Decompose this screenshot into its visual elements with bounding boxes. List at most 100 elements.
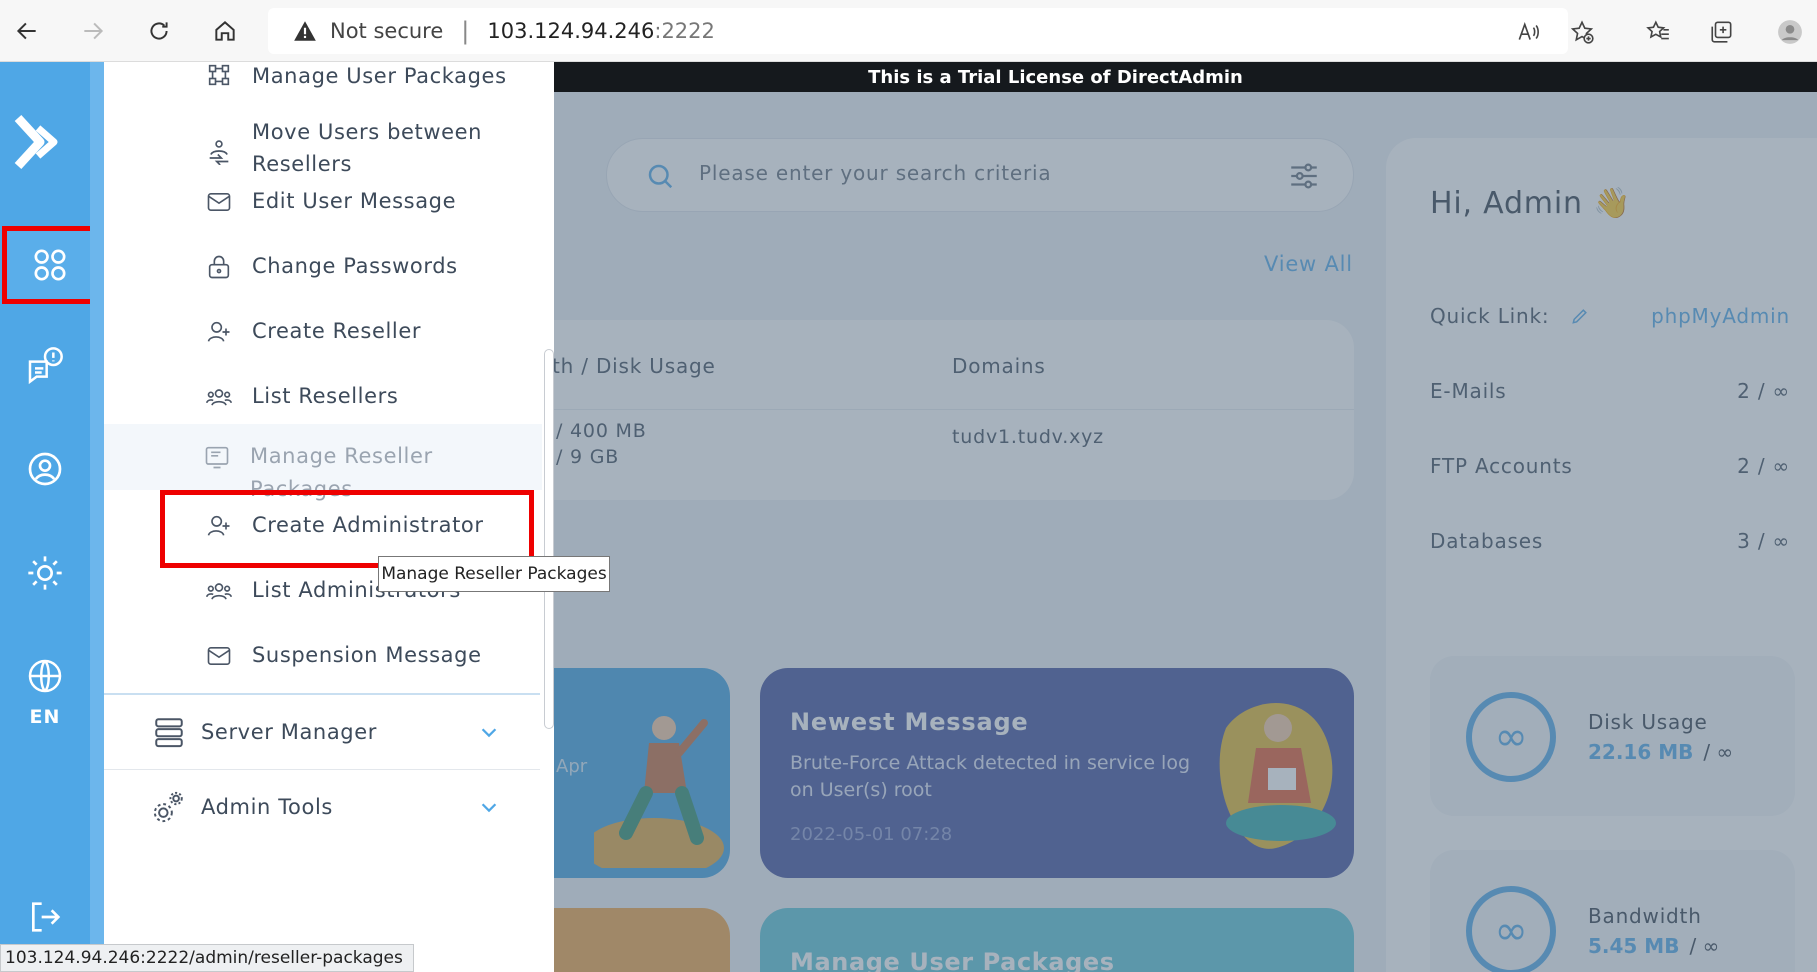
globe-icon <box>28 659 62 693</box>
newest-message-card[interactable]: Newest Message Brute-Force Attack detect… <box>760 668 1354 878</box>
bandwidth-infinity-ring: ∞ <box>1466 886 1556 972</box>
apps-grid-icon[interactable] <box>2 226 98 304</box>
directadmin-logo-icon[interactable] <box>14 112 66 172</box>
right-panel: Hi, Admin 👋 Quick Link: phpMyAdmin E-Mai… <box>1386 138 1817 972</box>
language-selector[interactable]: EN <box>0 642 90 742</box>
disk-usage-label: Disk Usage <box>1588 710 1708 734</box>
favorites-icon[interactable] <box>1640 14 1676 50</box>
address-bar[interactable]: Not secure | 103.124.94.246:2222 <box>268 8 1568 54</box>
menu-item-edit-user-message[interactable]: Edit User Message <box>104 182 544 222</box>
reading-person-illustration-icon <box>1219 703 1336 849</box>
emails-row: E-Mails 2 / ∞ <box>1430 379 1790 403</box>
collections-icon[interactable] <box>1704 14 1740 50</box>
lock-icon <box>204 252 234 282</box>
domain-link[interactable]: tudv1.tudv.xyz <box>952 426 1104 448</box>
quick-link-label: Quick Link: <box>1430 304 1550 328</box>
view-all-link[interactable]: View All <box>1264 252 1353 276</box>
admins-icon <box>204 576 234 606</box>
menu-section-label-server-manager: Server Manager <box>201 720 377 744</box>
move-users-icon <box>204 136 234 166</box>
server-icon <box>155 718 183 748</box>
logout-icon[interactable] <box>0 882 90 952</box>
bandwidth-label: Bandwidth <box>1588 904 1702 928</box>
event-date-label: Apr <box>556 756 588 777</box>
url-host: 103.124.94.246 <box>487 19 655 43</box>
search-input[interactable]: Please enter your search criteria <box>699 161 1051 185</box>
filter-icon[interactable] <box>1287 159 1321 193</box>
menu-item-change-passwords[interactable]: Change Passwords <box>104 247 544 287</box>
menu-label-move-users-line2: Resellers <box>252 152 352 176</box>
menu-section-admin-tools[interactable]: Admin Tools <box>104 770 540 844</box>
databases-row: Databases 3 / ∞ <box>1430 529 1790 553</box>
newest-message-body: Brute-Force Attack detected in service l… <box>790 752 1191 801</box>
profile-icon[interactable] <box>1772 14 1808 50</box>
newest-message-date: 2022-05-01 07:28 <box>790 824 953 845</box>
rail-divider <box>90 62 104 972</box>
address-separator: | <box>461 17 470 45</box>
menu-item-move-users[interactable]: Move Users between Resellers <box>104 114 544 188</box>
newest-message-title: Newest Message <box>790 708 1029 736</box>
column-domains: Domains <box>952 354 1046 378</box>
forward-icon[interactable] <box>74 12 112 50</box>
menu-item-create-reseller[interactable]: Create Reseller <box>104 312 544 352</box>
menu-label-change-passwords: Change Passwords <box>252 254 458 278</box>
menu-label-edit-user-message: Edit User Message <box>252 189 457 213</box>
emails-value: 2 / ∞ <box>1737 379 1790 403</box>
column-disk-usage: th / Disk Usage <box>552 354 716 378</box>
ftp-accounts-label: FTP Accounts <box>1430 454 1573 478</box>
table-header: th / Disk Usage Domains <box>552 320 1354 410</box>
bandwidth-value: 5.45 MB <box>1588 934 1680 958</box>
manage-user-packages-title: Manage User Packages <box>790 948 1115 972</box>
status-bar-url: 103.124.94.246:2222/admin/reseller-packa… <box>0 944 414 972</box>
chevron-down-icon <box>481 728 497 738</box>
menu-item-manage-user-packages[interactable]: Manage User Packages <box>104 62 544 94</box>
gears-icon <box>153 791 183 823</box>
manage-user-packages-card[interactable]: Manage User Packages <box>760 908 1354 972</box>
home-icon[interactable] <box>206 12 244 50</box>
tooltip: Manage Reseller Packages <box>378 556 610 592</box>
user-table: th / Disk Usage Domains / 400 MB / 9 GB … <box>552 320 1354 500</box>
pencil-icon[interactable] <box>1570 306 1590 326</box>
bandwidth-stat: ∞ Bandwidth 5.45 MB / ∞ <box>1430 850 1795 972</box>
add-user-icon <box>204 317 234 347</box>
add-favorite-icon[interactable] <box>1564 14 1600 50</box>
menu-item-manage-reseller-packages[interactable]: Manage Reseller Packages <box>104 424 542 501</box>
menu-item-list-resellers[interactable]: List Resellers <box>104 377 544 417</box>
event-card[interactable]: Apr <box>554 668 730 878</box>
language-code: EN <box>29 706 61 728</box>
menu-section-label-admin-tools: Admin Tools <box>201 795 333 819</box>
quick-link-phpmyadmin[interactable]: phpMyAdmin <box>1651 304 1790 328</box>
read-aloud-icon[interactable] <box>1510 14 1546 50</box>
menu-item-suspension-message[interactable]: Suspension Message <box>104 636 544 676</box>
back-icon[interactable] <box>8 12 46 50</box>
ftp-accounts-row: FTP Accounts 2 / ∞ <box>1430 454 1790 478</box>
bandwidth-value-row: 5.45 MB / ∞ <box>1588 934 1719 958</box>
account-icon[interactable] <box>0 434 90 504</box>
menu-scrollbar[interactable] <box>544 349 554 729</box>
menu-section-server-manager[interactable]: Server Manager <box>104 695 540 769</box>
trial-license-banner: This is a Trial License of DirectAdmin <box>554 62 1817 92</box>
url-port: :2222 <box>654 19 715 43</box>
disk-usage-value: 22.16 MB <box>1588 740 1694 764</box>
messages-icon[interactable] <box>0 330 90 400</box>
package-icon <box>202 442 232 472</box>
menu-label-list-resellers: List Resellers <box>252 384 399 408</box>
search-icon <box>648 164 673 189</box>
chevron-down-icon-2 <box>481 803 497 813</box>
menu-label-move-users-line1: Move Users between <box>252 120 483 144</box>
search-box[interactable]: Please enter your search criteria <box>606 138 1354 212</box>
usage-disk: / 9 GB <box>556 446 620 468</box>
menu-panel: Manage User Packages Move Users between … <box>104 62 554 972</box>
usage-bandwidth: / 400 MB <box>556 420 647 442</box>
icon-rail: EN <box>0 62 98 972</box>
bandwidth-limit: / ∞ <box>1689 934 1720 958</box>
mail-icon <box>204 187 234 217</box>
browser-toolbar: Not secure | 103.124.94.246:2222 <box>0 0 1817 62</box>
disk-usage-stat: ∞ Disk Usage 22.16 MB / ∞ <box>1430 656 1795 816</box>
settings-icon[interactable] <box>0 538 90 608</box>
menu-label-manage-user-packages: Manage User Packages <box>252 64 507 88</box>
refresh-icon[interactable] <box>140 12 178 50</box>
greeting: Hi, Admin 👋 <box>1430 186 1632 221</box>
bottom-left-card[interactable] <box>554 908 730 972</box>
disk-usage-infinity-ring: ∞ <box>1466 692 1556 782</box>
